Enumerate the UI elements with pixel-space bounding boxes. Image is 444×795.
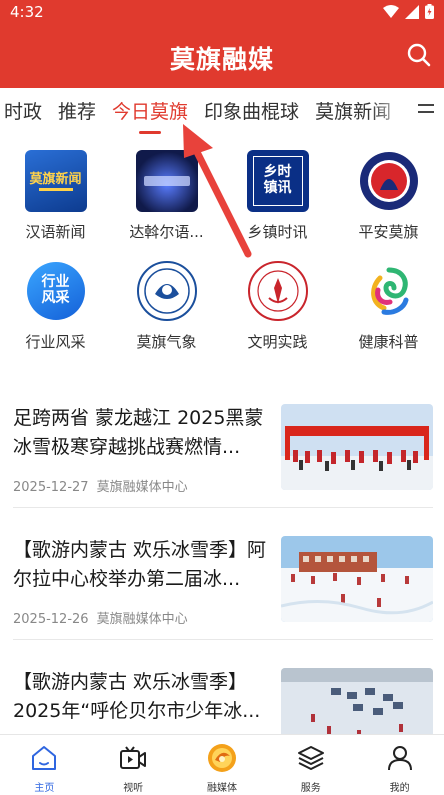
news-meta: 2025-12-26 莫旗融媒体中心	[13, 608, 188, 627]
battery-icon	[425, 4, 434, 19]
nav-profile[interactable]: 我的	[355, 735, 444, 795]
news-headline: 【歌游内蒙古 欢乐冰雪季】2025年“呼伦贝尔市少年冰...	[13, 671, 261, 722]
media-logo-icon	[207, 744, 236, 772]
news-source: 莫旗融媒体中心	[96, 480, 188, 495]
news-source: 莫旗融媒体中心	[96, 612, 188, 627]
news-headline: 足跨两省 蒙龙越江 2025黑蒙冰雪极寒穿越挑战赛燃情...	[13, 407, 264, 458]
news-date: 2025-12-26	[13, 612, 89, 627]
nav-video[interactable]: 视听	[89, 735, 178, 795]
shortcut-label: 行业风采	[25, 333, 86, 351]
wifi-icon	[383, 4, 399, 18]
system-icons	[383, 4, 434, 19]
news-thumbnail	[281, 404, 433, 490]
shortcut-weather[interactable]: 莫旗气象	[111, 260, 222, 352]
nav-media[interactable]: 融媒体	[178, 735, 267, 795]
shortcut-label: 健康科普	[358, 333, 419, 351]
shortcut-label: 莫旗气象	[136, 333, 197, 351]
tab-jinri-moqi[interactable]: 今日莫旗	[112, 88, 188, 136]
active-tab-indicator	[139, 131, 162, 134]
shortcut-hanyu-news[interactable]: 莫旗新闻 汉语新闻	[0, 150, 111, 242]
hanyu-news-icon: 莫旗新闻	[24, 150, 87, 212]
tab-yinxiang-qugunqiu[interactable]: 印象曲棍球	[204, 88, 299, 136]
industry-style-icon: 行业风采	[24, 260, 87, 322]
shortcut-label: 平安莫旗	[358, 223, 419, 241]
news-date: 2025-12-27	[13, 480, 89, 495]
news-headline: 【歌游内蒙古 欢乐冰雪季】阿尔拉中心校举办第二届冰...	[13, 539, 267, 590]
town-news-icon: 乡时镇讯	[246, 150, 309, 212]
bottom-navigation: 主页 视听 融媒体 服务 我的	[0, 734, 444, 795]
news-item[interactable]: 足跨两省 蒙龙越江 2025黑蒙冰雪极寒穿越挑战赛燃情... 2025-12-2…	[13, 404, 433, 516]
weather-icon	[135, 260, 198, 322]
civilization-practice-icon	[246, 260, 309, 322]
home-icon	[32, 746, 57, 770]
layers-icon	[297, 746, 324, 770]
channel-tabs: 时政 推荐 今日莫旗 印象曲棍球 莫旗新闻	[0, 88, 444, 136]
news-item[interactable]: 【歌游内蒙古 欢乐冰雪季】阿尔拉中心校举办第二届冰... 2025-12-26 莫…	[13, 536, 433, 648]
app-title: 莫旗融媒	[169, 45, 274, 74]
shortcut-health-science[interactable]: 健康科普	[333, 260, 444, 352]
news-divider	[13, 639, 433, 640]
shortcut-label: 达斡尔语...	[129, 223, 204, 241]
news-divider	[13, 507, 433, 508]
shortcut-civilization-practice[interactable]: 文明实践	[222, 260, 333, 352]
news-meta: 2025-12-27 莫旗融媒体中心	[13, 476, 188, 495]
signal-icon	[405, 4, 419, 19]
shortcut-pingan-moqi[interactable]: 平安莫旗	[333, 150, 444, 242]
tab-shizheng[interactable]: 时政	[4, 88, 42, 136]
nav-services[interactable]: 服务	[266, 735, 355, 795]
shortcut-label: 乡镇时讯	[247, 223, 308, 241]
daur-language-icon	[135, 150, 198, 212]
profile-icon	[387, 746, 412, 771]
shortcut-town-news[interactable]: 乡时镇讯 乡镇时讯	[222, 150, 333, 242]
shortcut-industry-style[interactable]: 行业风采 行业风采	[0, 260, 111, 352]
pingan-moqi-icon	[357, 150, 420, 212]
tabs-fade	[370, 88, 410, 136]
status-bar: 4:32	[0, 0, 444, 24]
tab-tuijian[interactable]: 推荐	[58, 88, 96, 136]
app-header: 莫旗融媒	[0, 24, 444, 88]
shortcut-daur-language[interactable]: 达斡尔语...	[111, 150, 222, 242]
news-thumbnail	[281, 536, 433, 622]
more-channels-button[interactable]	[408, 94, 444, 130]
health-science-icon	[357, 260, 420, 322]
status-time: 4:32	[10, 3, 44, 21]
shortcut-label: 汉语新闻	[25, 223, 86, 241]
shortcut-label: 文明实践	[247, 333, 308, 351]
search-icon[interactable]	[406, 42, 432, 68]
shortcut-grid: 莫旗新闻 汉语新闻 达斡尔语... 乡时镇讯 乡镇时讯 平安莫旗 行业风采 行业…	[0, 150, 444, 352]
nav-home[interactable]: 主页	[0, 735, 89, 795]
video-icon	[120, 746, 147, 769]
